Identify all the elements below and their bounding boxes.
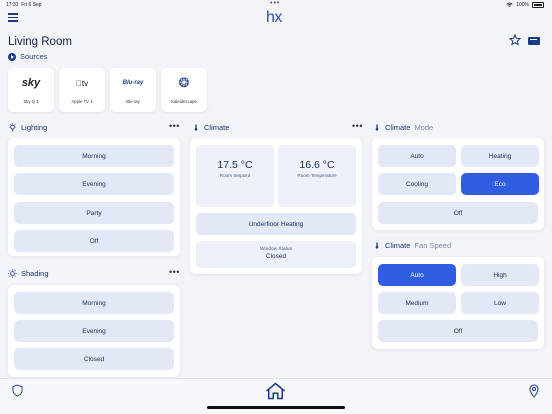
shading-header: Shading: [8, 269, 49, 278]
fan-option-medium[interactable]: Medium: [378, 292, 456, 314]
source-apple-tv[interactable]: tv Apple TV 1: [59, 68, 105, 112]
thermometer-icon: [375, 124, 379, 131]
source-sky[interactable]: sky Sky Q 1: [8, 68, 54, 112]
fan-option-off[interactable]: Off: [378, 320, 538, 342]
star-icon[interactable]: [509, 34, 521, 46]
location-pin-icon[interactable]: [529, 384, 539, 398]
mode-option-heating[interactable]: Heating: [461, 145, 539, 167]
fan-option-auto[interactable]: Auto: [378, 264, 456, 286]
mode-option-off[interactable]: Off: [378, 202, 538, 224]
page-title: Living Room: [8, 36, 72, 48]
mode-option-eco[interactable]: Eco: [461, 173, 539, 195]
apple-tv-logo: tv: [76, 78, 88, 88]
climate-header: Climate: [192, 123, 229, 132]
shading-title: Shading: [21, 269, 49, 278]
home-indicator[interactable]: [207, 406, 345, 409]
bluray-logo: Blu-ray: [122, 80, 144, 86]
source-label: Kaleidescape: [171, 99, 197, 104]
menu-icon[interactable]: [8, 13, 18, 22]
fan-option-high[interactable]: High: [461, 264, 539, 286]
status-right: 100%: [506, 2, 544, 8]
sources-header[interactable]: Sources: [8, 52, 48, 61]
window-status: Window Status Closed: [196, 241, 356, 268]
room-temperature: 16.6 °C Room Temperature: [278, 145, 356, 207]
lightbulb-icon: [9, 123, 16, 132]
window-status-value: Closed: [265, 253, 287, 260]
setpoint-value: 17.5 °C: [217, 159, 253, 171]
battery-percent: 100%: [516, 2, 529, 8]
home-icon[interactable]: [265, 382, 286, 400]
sky-logo: sky: [21, 77, 41, 89]
thermometer-icon: [194, 124, 198, 131]
temperature-value: 16.6 °C: [299, 159, 335, 171]
source-label: Sky Q 1: [23, 99, 39, 104]
multitask-dots-icon[interactable]: •••: [270, 0, 280, 7]
kaleidescape-logo: ❂: [178, 75, 190, 90]
hx-logo: hx: [266, 9, 282, 26]
fan-option-low[interactable]: Low: [461, 292, 539, 314]
lighting-option-party[interactable]: Party: [14, 202, 174, 224]
temperature-label: Room Temperature: [297, 173, 337, 178]
window-status-label: Window Status: [260, 247, 292, 252]
source-kaleidescape[interactable]: ❂ Kaleidescape: [161, 68, 207, 112]
lighting-option-evening[interactable]: Evening: [14, 173, 174, 195]
climate-fan-subtitle: Fan Speed: [414, 241, 452, 250]
setpoint-label: Room Setpoint: [219, 173, 251, 178]
room-setpoint[interactable]: 17.5 °C Room Setpoint: [196, 145, 274, 207]
climate-mode-title: Climate: [385, 123, 411, 132]
lighting-option-morning[interactable]: Morning: [14, 145, 174, 167]
climate-fan-header: Climate Fan Speed: [373, 241, 451, 250]
lighting-header: Lighting: [8, 123, 47, 132]
shading-more-icon[interactable]: •••: [169, 267, 180, 277]
climate-mode-header: Climate Mode: [373, 123, 433, 132]
thermometer-icon: [375, 242, 379, 249]
mode-option-auto[interactable]: Auto: [378, 145, 456, 167]
climate-mode-subtitle: Mode: [414, 123, 434, 132]
sources-title: Sources: [20, 52, 48, 61]
lighting-title: Lighting: [21, 123, 48, 132]
source-bluray[interactable]: Blu-ray Blu-ray: [110, 68, 156, 112]
shield-icon[interactable]: [12, 384, 23, 397]
wifi-icon: [506, 2, 513, 7]
climate-title: Climate: [204, 123, 230, 132]
sun-shade-icon: [8, 269, 17, 278]
shading-option-morning[interactable]: Morning: [14, 292, 174, 314]
underfloor-heating-button[interactable]: Underfloor Heating: [196, 213, 356, 235]
play-icon: [8, 52, 16, 61]
shading-option-evening[interactable]: Evening: [14, 320, 174, 342]
status-time: 17:31 Fri 6 Sep: [6, 2, 42, 8]
battery-icon: [532, 2, 544, 8]
climate-fan-title: Climate: [385, 241, 411, 250]
lighting-more-icon[interactable]: •••: [169, 121, 180, 131]
climate-more-icon[interactable]: •••: [352, 121, 363, 131]
room-list-icon[interactable]: [528, 37, 540, 45]
source-label: Apple TV 1: [71, 99, 93, 104]
source-label: Blu-ray: [126, 99, 140, 104]
lighting-option-off[interactable]: Off: [14, 230, 174, 252]
mode-option-cooling[interactable]: Cooling: [378, 173, 456, 195]
shading-option-closed[interactable]: Closed: [14, 348, 174, 370]
